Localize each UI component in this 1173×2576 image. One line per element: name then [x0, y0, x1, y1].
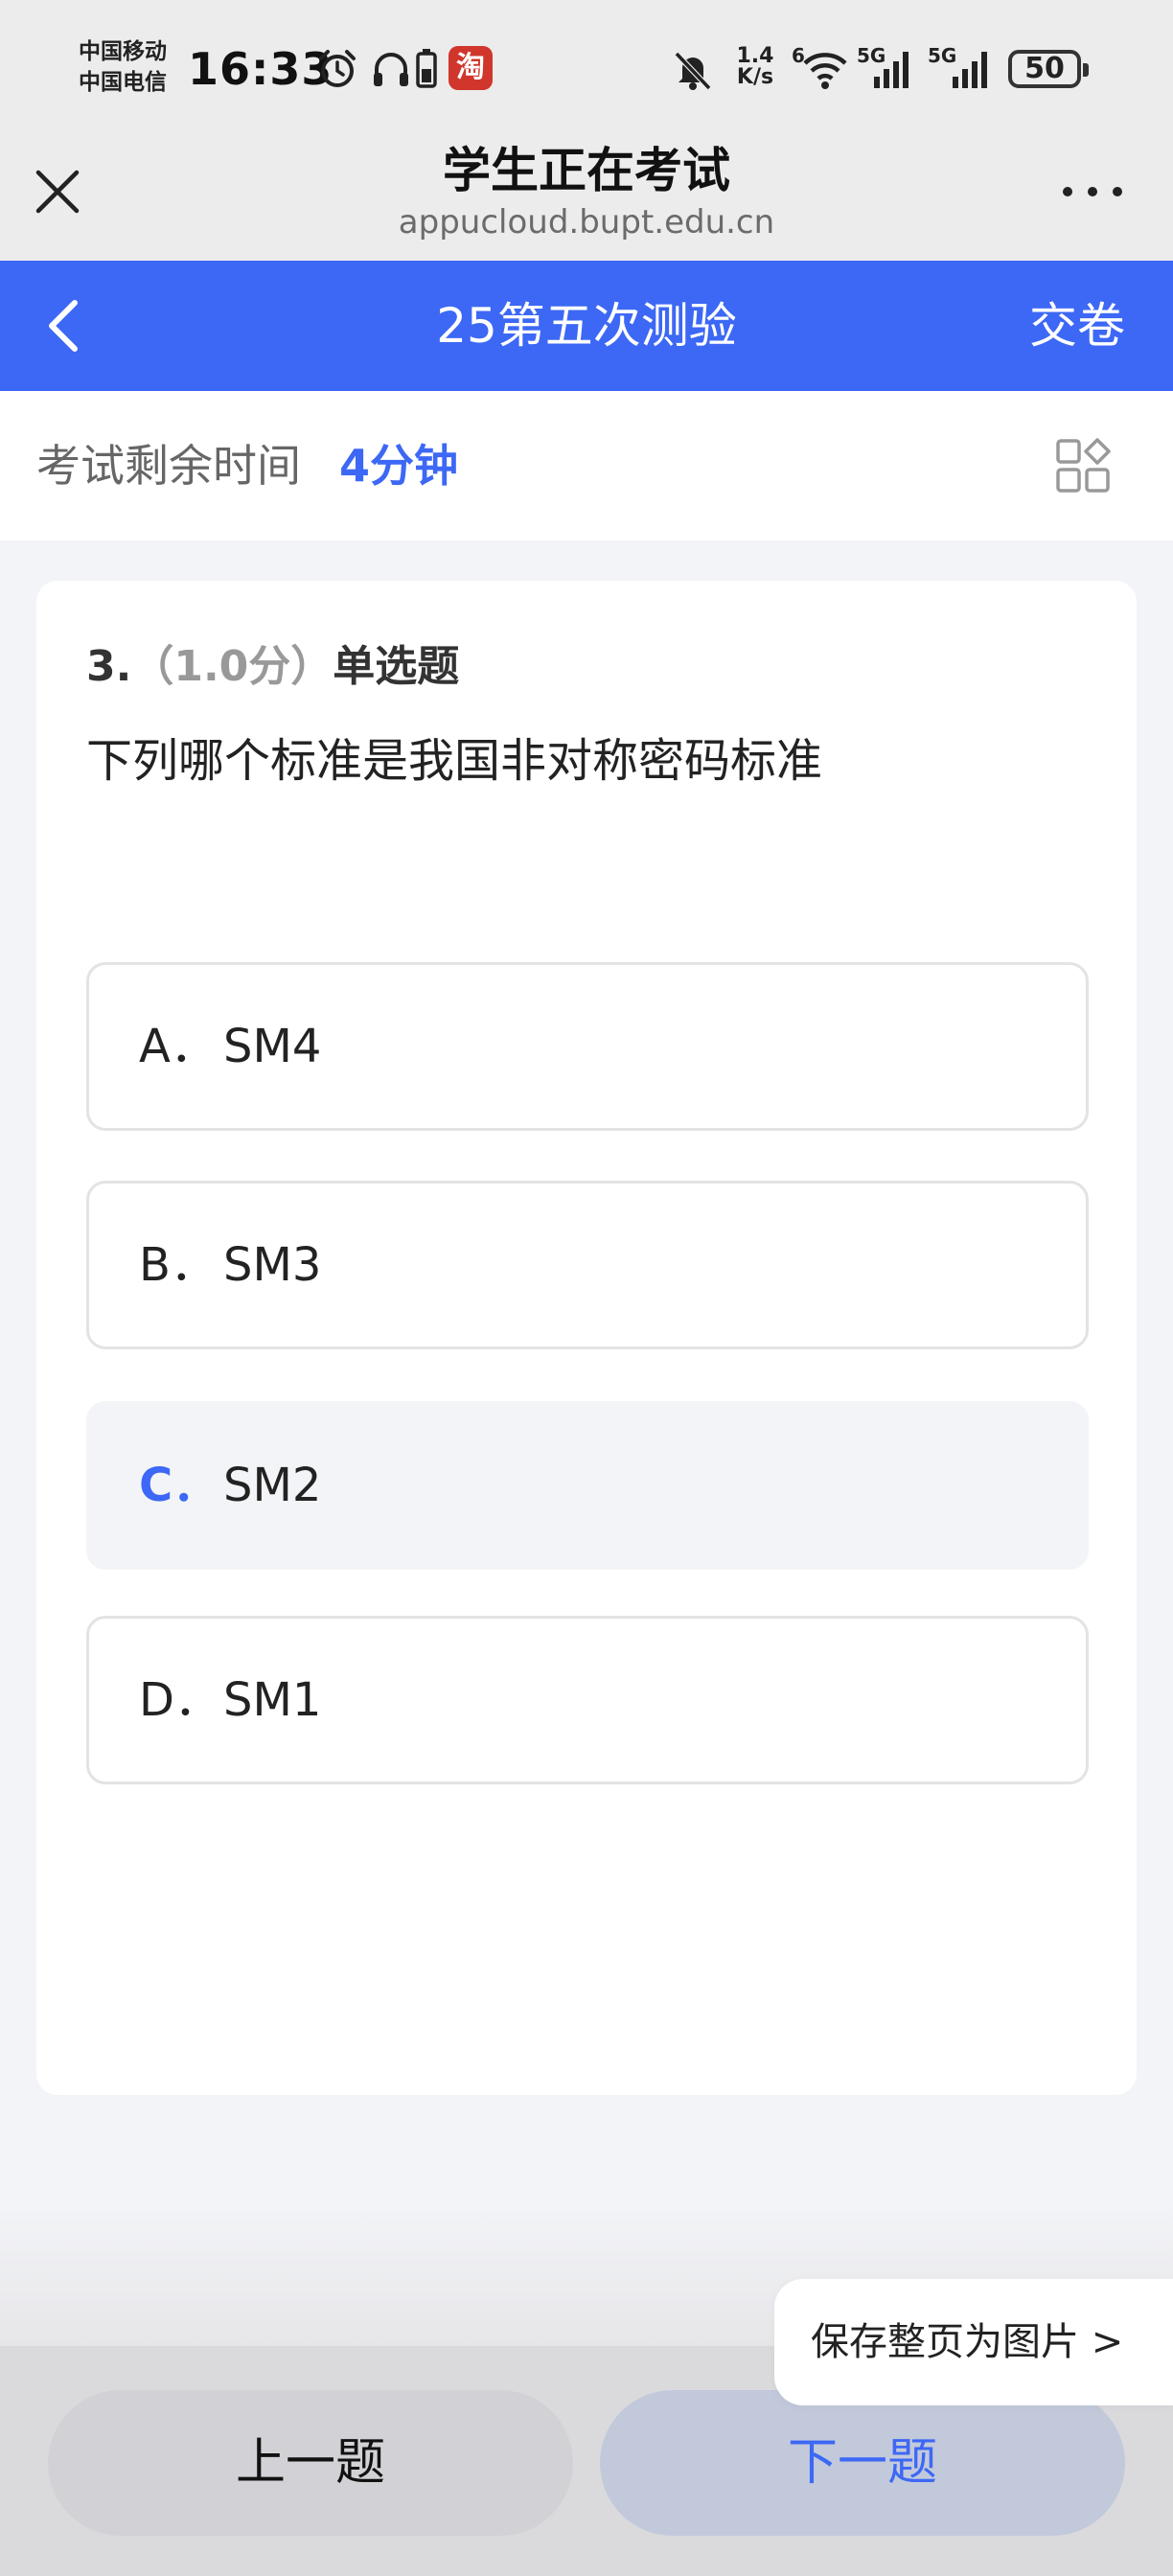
option-letter: B．: [139, 1238, 217, 1292]
option-letter: C．: [139, 1459, 219, 1512]
option-text: SM1: [223, 1673, 322, 1727]
exam-nav-bar: 25第五次测验 交卷: [0, 261, 1173, 391]
question-text: 下列哪个标准是我国非对称密码标准: [86, 734, 823, 788]
question-number: 3.: [86, 642, 132, 691]
network-speed-unit: K/s: [736, 65, 774, 89]
browser-header: 学生正在考试 appucloud.bupt.edu.cn: [0, 134, 1173, 261]
time-remaining-label: 考试剩余时间: [36, 440, 301, 492]
page-title: 学生正在考试: [443, 143, 730, 198]
exam-title: 25第五次测验: [436, 298, 737, 354]
question-card: 3.（1.0分）单选题 下列哪个标准是我国非对称密码标准 A． SM4 B． S…: [36, 581, 1137, 2095]
network-speed-value: 1.4: [736, 44, 774, 68]
question-grid-icon[interactable]: [1054, 437, 1112, 494]
carrier-2: 中国电信: [79, 70, 167, 95]
wifi-icon: [803, 53, 847, 89]
alarm-icon: [319, 50, 356, 87]
question-header: 3.（1.0分）单选题: [86, 631, 459, 703]
network-speed: 1.4 K/s: [728, 46, 782, 88]
option-a[interactable]: A． SM4: [86, 962, 1089, 1131]
previous-question-button[interactable]: 上一题: [48, 2390, 573, 2536]
time-remaining-value: 4分钟: [339, 440, 459, 492]
question-type: 单选题: [333, 642, 460, 691]
option-b[interactable]: B． SM3: [86, 1181, 1089, 1349]
more-options-icon[interactable]: [1054, 182, 1131, 201]
option-text: SM2: [223, 1459, 322, 1512]
cellular-signal-icon: [953, 52, 987, 88]
next-question-button[interactable]: 下一题: [600, 2390, 1125, 2536]
option-d[interactable]: D． SM1: [86, 1616, 1089, 1784]
option-c-selected[interactable]: C． SM2: [86, 1401, 1089, 1570]
question-score: （1.0分）: [131, 642, 334, 691]
status-bar: 中国移动 中国电信 16:33 淘 1.4 K/s 6 5G 5G 50: [0, 0, 1173, 134]
option-text: SM3: [223, 1238, 322, 1292]
carrier-1: 中国移动: [79, 39, 167, 64]
status-time: 16:33: [188, 43, 334, 95]
taobao-app-icon: 淘: [448, 46, 493, 90]
headphones-icon: [374, 53, 408, 86]
option-letter: A．: [139, 1020, 217, 1073]
option-letter: D．: [139, 1673, 220, 1727]
option-text: SM4: [223, 1020, 322, 1073]
save-page-as-image-button[interactable]: 保存整页为图片 >: [774, 2279, 1173, 2405]
cellular-signal-icon: [874, 52, 908, 88]
submit-exam-button[interactable]: 交卷: [1029, 261, 1125, 391]
timer-row: 考试剩余时间 4分钟: [0, 391, 1173, 540]
battery-small-icon: [416, 49, 437, 88]
carrier-info: 中国移动 中国电信: [79, 36, 167, 98]
battery-indicator: 50: [1008, 50, 1089, 88]
page-url: appucloud.bupt.edu.cn: [398, 203, 775, 242]
bell-muted-icon: [674, 51, 712, 91]
